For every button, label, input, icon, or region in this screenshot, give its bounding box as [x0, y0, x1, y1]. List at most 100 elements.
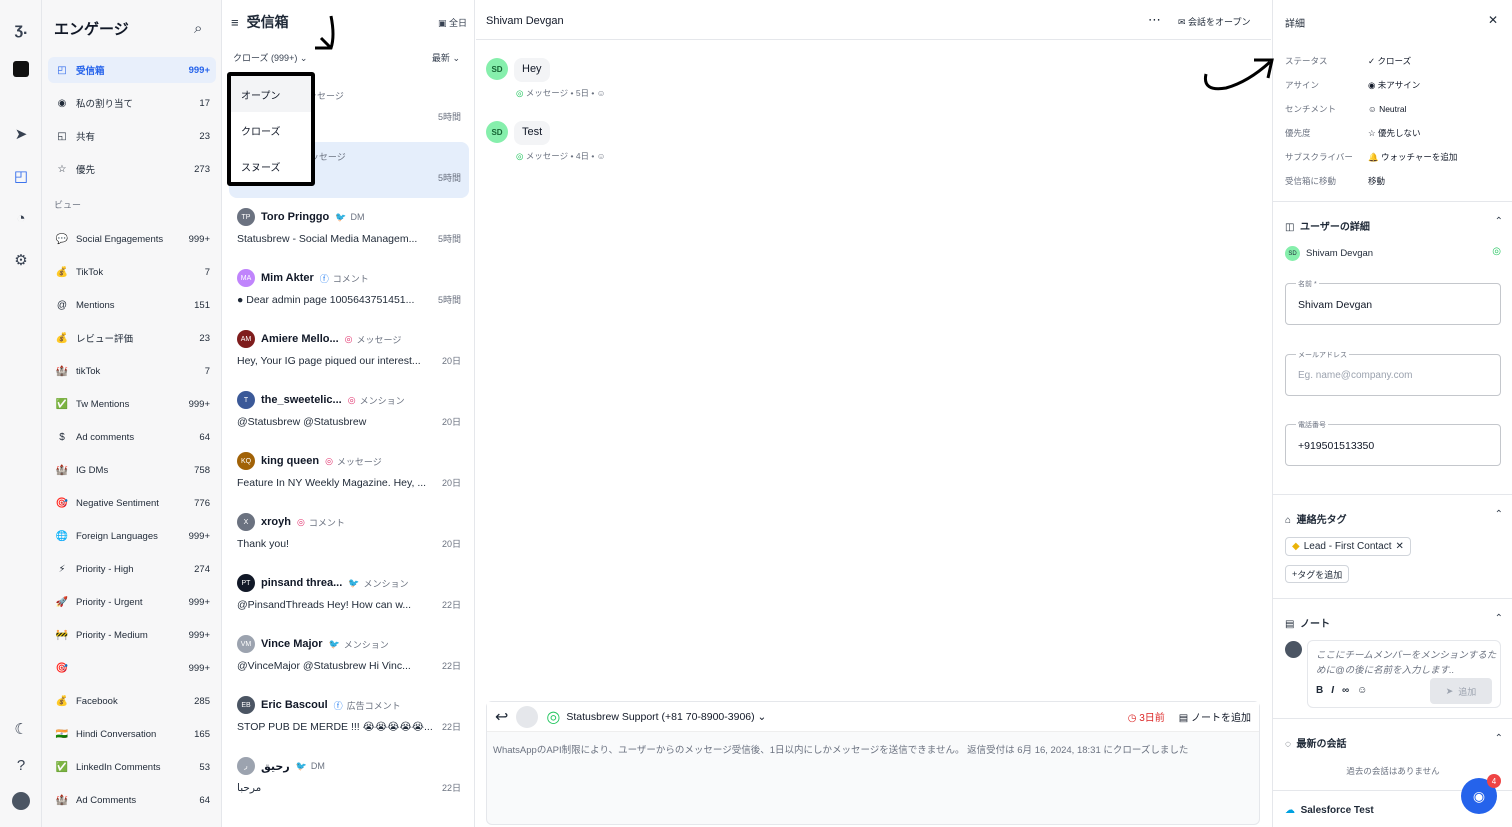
sidebar-view-item[interactable]: 🇮🇳 Hindi Conversation 165: [48, 721, 216, 747]
dropdown-option-snooze[interactable]: スヌーズ: [231, 148, 311, 184]
email-field[interactable]: メールアドレス Eg. name@company.com: [1285, 350, 1501, 396]
conversation-item[interactable]: ر رحيق 🐦 DM مرحبا 22日: [229, 752, 469, 808]
phone-field[interactable]: 電話番号 +919501513350: [1285, 420, 1501, 466]
contact-tags-title[interactable]: ⌂ 連絡先タグ: [1285, 511, 1347, 526]
sidebar-view-item[interactable]: 🌐 Foreign Languages 999+: [48, 523, 216, 549]
emoji-react-icon[interactable]: ☺: [597, 151, 606, 161]
notes-title[interactable]: ▤ ノート: [1285, 615, 1330, 630]
bold-icon[interactable]: B: [1316, 685, 1331, 696]
chevron-up-icon[interactable]: ⌃: [1495, 733, 1503, 744]
search-icon[interactable]: ⌕: [194, 20, 202, 37]
sidebar-view-item[interactable]: 🎯 Negative Sentiment 776: [48, 490, 216, 516]
sort-button[interactable]: 最新 ⌄: [432, 51, 460, 64]
sidebar-view-item[interactable]: @ Mentions 151: [48, 292, 216, 318]
conversation-item[interactable]: MA Mim Akter ⓕ コメント ● Dear admin page 100564…: [229, 264, 469, 320]
note-input[interactable]: ここにチームメンバーをメンションするために@の後に名前を入力します.. BI∞☺…: [1307, 640, 1501, 708]
salesforce-title[interactable]: ☁ Salesforce Test: [1285, 805, 1374, 816]
emoji-react-icon[interactable]: ☺: [597, 88, 606, 98]
dropdown-option-open[interactable]: オープン: [231, 76, 311, 112]
conversation-time: 22日: [441, 722, 461, 732]
property-value[interactable]: 🔔 ウォッチャーを追加: [1368, 151, 1457, 163]
conversation-item[interactable]: PT pinsand threa... 🐦 メンション @PinsandThreads …: [229, 569, 469, 625]
user-avatar[interactable]: [9, 789, 33, 813]
publish-icon[interactable]: ➤: [9, 122, 33, 146]
sidebar-view-item[interactable]: 🚧 Priority - Medium 999+: [48, 622, 216, 648]
conversation-item[interactable]: VM Vince Major 🐦 メンション @VinceMajor @Statusbr…: [229, 630, 469, 686]
name-field[interactable]: 名前 * Shivam Devgan: [1285, 279, 1501, 325]
user-details-title[interactable]: ◫ ユーザーの詳細: [1285, 218, 1370, 233]
add-note-submit-button[interactable]: ➤ 追加: [1430, 678, 1492, 704]
link-icon[interactable]: ∞: [1342, 685, 1357, 696]
help-icon[interactable]: ?: [9, 753, 33, 777]
conversation-type: 広告コメント: [346, 700, 401, 711]
sidebar-item-label: 共有: [76, 132, 96, 143]
view-count: 53: [199, 761, 210, 773]
menu-icon[interactable]: ≡: [231, 15, 239, 30]
emoji-icon[interactable]: ☺: [1357, 685, 1375, 696]
sidebar-item[interactable]: ◰ 受信箱 999+: [48, 57, 216, 83]
sidebar-view-item[interactable]: $ Ad comments 64: [48, 424, 216, 450]
conversation-item[interactable]: Tthe_sweetelic... ◎ メンション @Statusbrew @Stat…: [229, 386, 469, 442]
sidebar-item-icon: ◰: [57, 64, 67, 76]
sidebar-view-item[interactable]: ✅ Tw Mentions 999+: [48, 391, 216, 417]
sidebar-view-item[interactable]: 🏰 Ad Comments 64: [48, 787, 216, 813]
chat-support-button[interactable]: ◉ 4: [1461, 774, 1501, 814]
recent-conversations-title[interactable]: ◌ 最新の会話: [1285, 735, 1347, 750]
reply-icon[interactable]: ↩: [495, 707, 508, 727]
sidebar-view-item[interactable]: 🎯 999+: [48, 655, 216, 681]
sidebar-view-item[interactable]: 💰 TikTok 7: [48, 259, 216, 285]
remove-tag-icon[interactable]: ✕: [1396, 541, 1404, 552]
date-filter-button[interactable]: ▣ 全日: [438, 16, 467, 29]
inbox-icon[interactable]: ◰: [9, 164, 33, 188]
reply-window-label: 3日前: [1139, 713, 1165, 724]
dropdown-option-closed[interactable]: クローズ: [231, 112, 311, 148]
property-value[interactable]: ✓ クローズ: [1368, 55, 1411, 67]
add-tag-button[interactable]: + タグを追加: [1285, 565, 1350, 583]
property-value[interactable]: 移動: [1368, 175, 1385, 187]
workspace-icon[interactable]: [9, 57, 33, 81]
conversation-header: AM Amiere Mello... ◎ メッセージ: [237, 330, 461, 348]
sidebar-view-item[interactable]: 💰 レビュー評価 23: [48, 325, 216, 351]
conversation-time: 22日: [441, 600, 461, 610]
message-meta-text: メッセージ • 5日 •: [525, 88, 595, 98]
chevron-up-icon[interactable]: ⌃: [1495, 216, 1503, 227]
sidebar-view-item[interactable]: 🏰 tikTok 7: [48, 358, 216, 384]
open-conversation-button[interactable]: ✉ 会話をオープン: [1178, 15, 1251, 28]
status-filter-button[interactable]: クローズ (999+) ⌄: [233, 51, 307, 64]
property-value[interactable]: ☆ 優先しない: [1368, 127, 1421, 139]
account-selector[interactable]: Statusbrew Support (+81 70-8900-3906) ⌄: [566, 711, 766, 723]
dark-mode-icon[interactable]: ☾: [9, 717, 33, 741]
property-value[interactable]: ☺ Neutral: [1368, 104, 1406, 114]
property-value[interactable]: ◉ 未アサイン: [1368, 79, 1420, 91]
add-note-button[interactable]: ▤ ノートを追加: [1179, 709, 1251, 724]
settings-icon[interactable]: ⚙: [9, 248, 33, 272]
conversation-item[interactable]: TP Toro Pringgo 🐦 DM Statusbrew - Social Med…: [229, 203, 469, 259]
sidebar-item[interactable]: ◉ 私の割り当て 17: [48, 90, 216, 116]
sidebar-view-item[interactable]: ⚡ Priority - High 274: [48, 556, 216, 582]
sidebar-item[interactable]: ☆ 優先 273: [48, 156, 216, 182]
view-count: 999+: [188, 629, 210, 641]
conversation-body: @VinceMajor @Statusbrew Hi Vinc... 22日: [237, 659, 461, 672]
sidebar-view-item[interactable]: 💬 Social Engagements 999+: [48, 226, 216, 252]
conversation-header: ر رحيق 🐦 DM: [237, 757, 461, 775]
conversation-item[interactable]: EB Eric Bascoul ⓕ 広告コメント STOP PUB DE MERDE !…: [229, 691, 469, 747]
italic-icon[interactable]: I: [1331, 685, 1342, 696]
reports-icon[interactable]: ◔: [9, 206, 33, 230]
chevron-up-icon[interactable]: ⌃: [1495, 509, 1503, 520]
chat-header: Shivam Devgan ⋯ ✉ 会話をオープン: [476, 0, 1271, 40]
conversation-item[interactable]: KQ king queen ◎ メッセージ Feature In NY Weekly M…: [229, 447, 469, 503]
view-count: 64: [199, 431, 210, 443]
close-icon[interactable]: ✕: [1488, 13, 1498, 27]
inbox-title: 受信箱: [246, 14, 289, 30]
sidebar-item[interactable]: ◱ 共有 23: [48, 123, 216, 149]
sidebar-view-item[interactable]: 🚀 Priority - Urgent 999+: [48, 589, 216, 615]
view-icon: 💰: [55, 266, 69, 278]
sidebar-view-item[interactable]: 🏰 IG DMs 758: [48, 457, 216, 483]
chevron-up-icon[interactable]: ⌃: [1495, 613, 1503, 624]
app-logo[interactable]: ʒ.: [9, 18, 33, 42]
more-icon[interactable]: ⋯: [1148, 12, 1161, 28]
sidebar-view-item[interactable]: ✅ LinkedIn Comments 53: [48, 754, 216, 780]
sidebar-view-item[interactable]: 💰 Facebook 285: [48, 688, 216, 714]
conversation-item[interactable]: AM Amiere Mello... ◎ メッセージ Hey, Your IG page…: [229, 325, 469, 381]
conversation-item[interactable]: Xxroyh ◎ コメント Thank you! 20日: [229, 508, 469, 564]
